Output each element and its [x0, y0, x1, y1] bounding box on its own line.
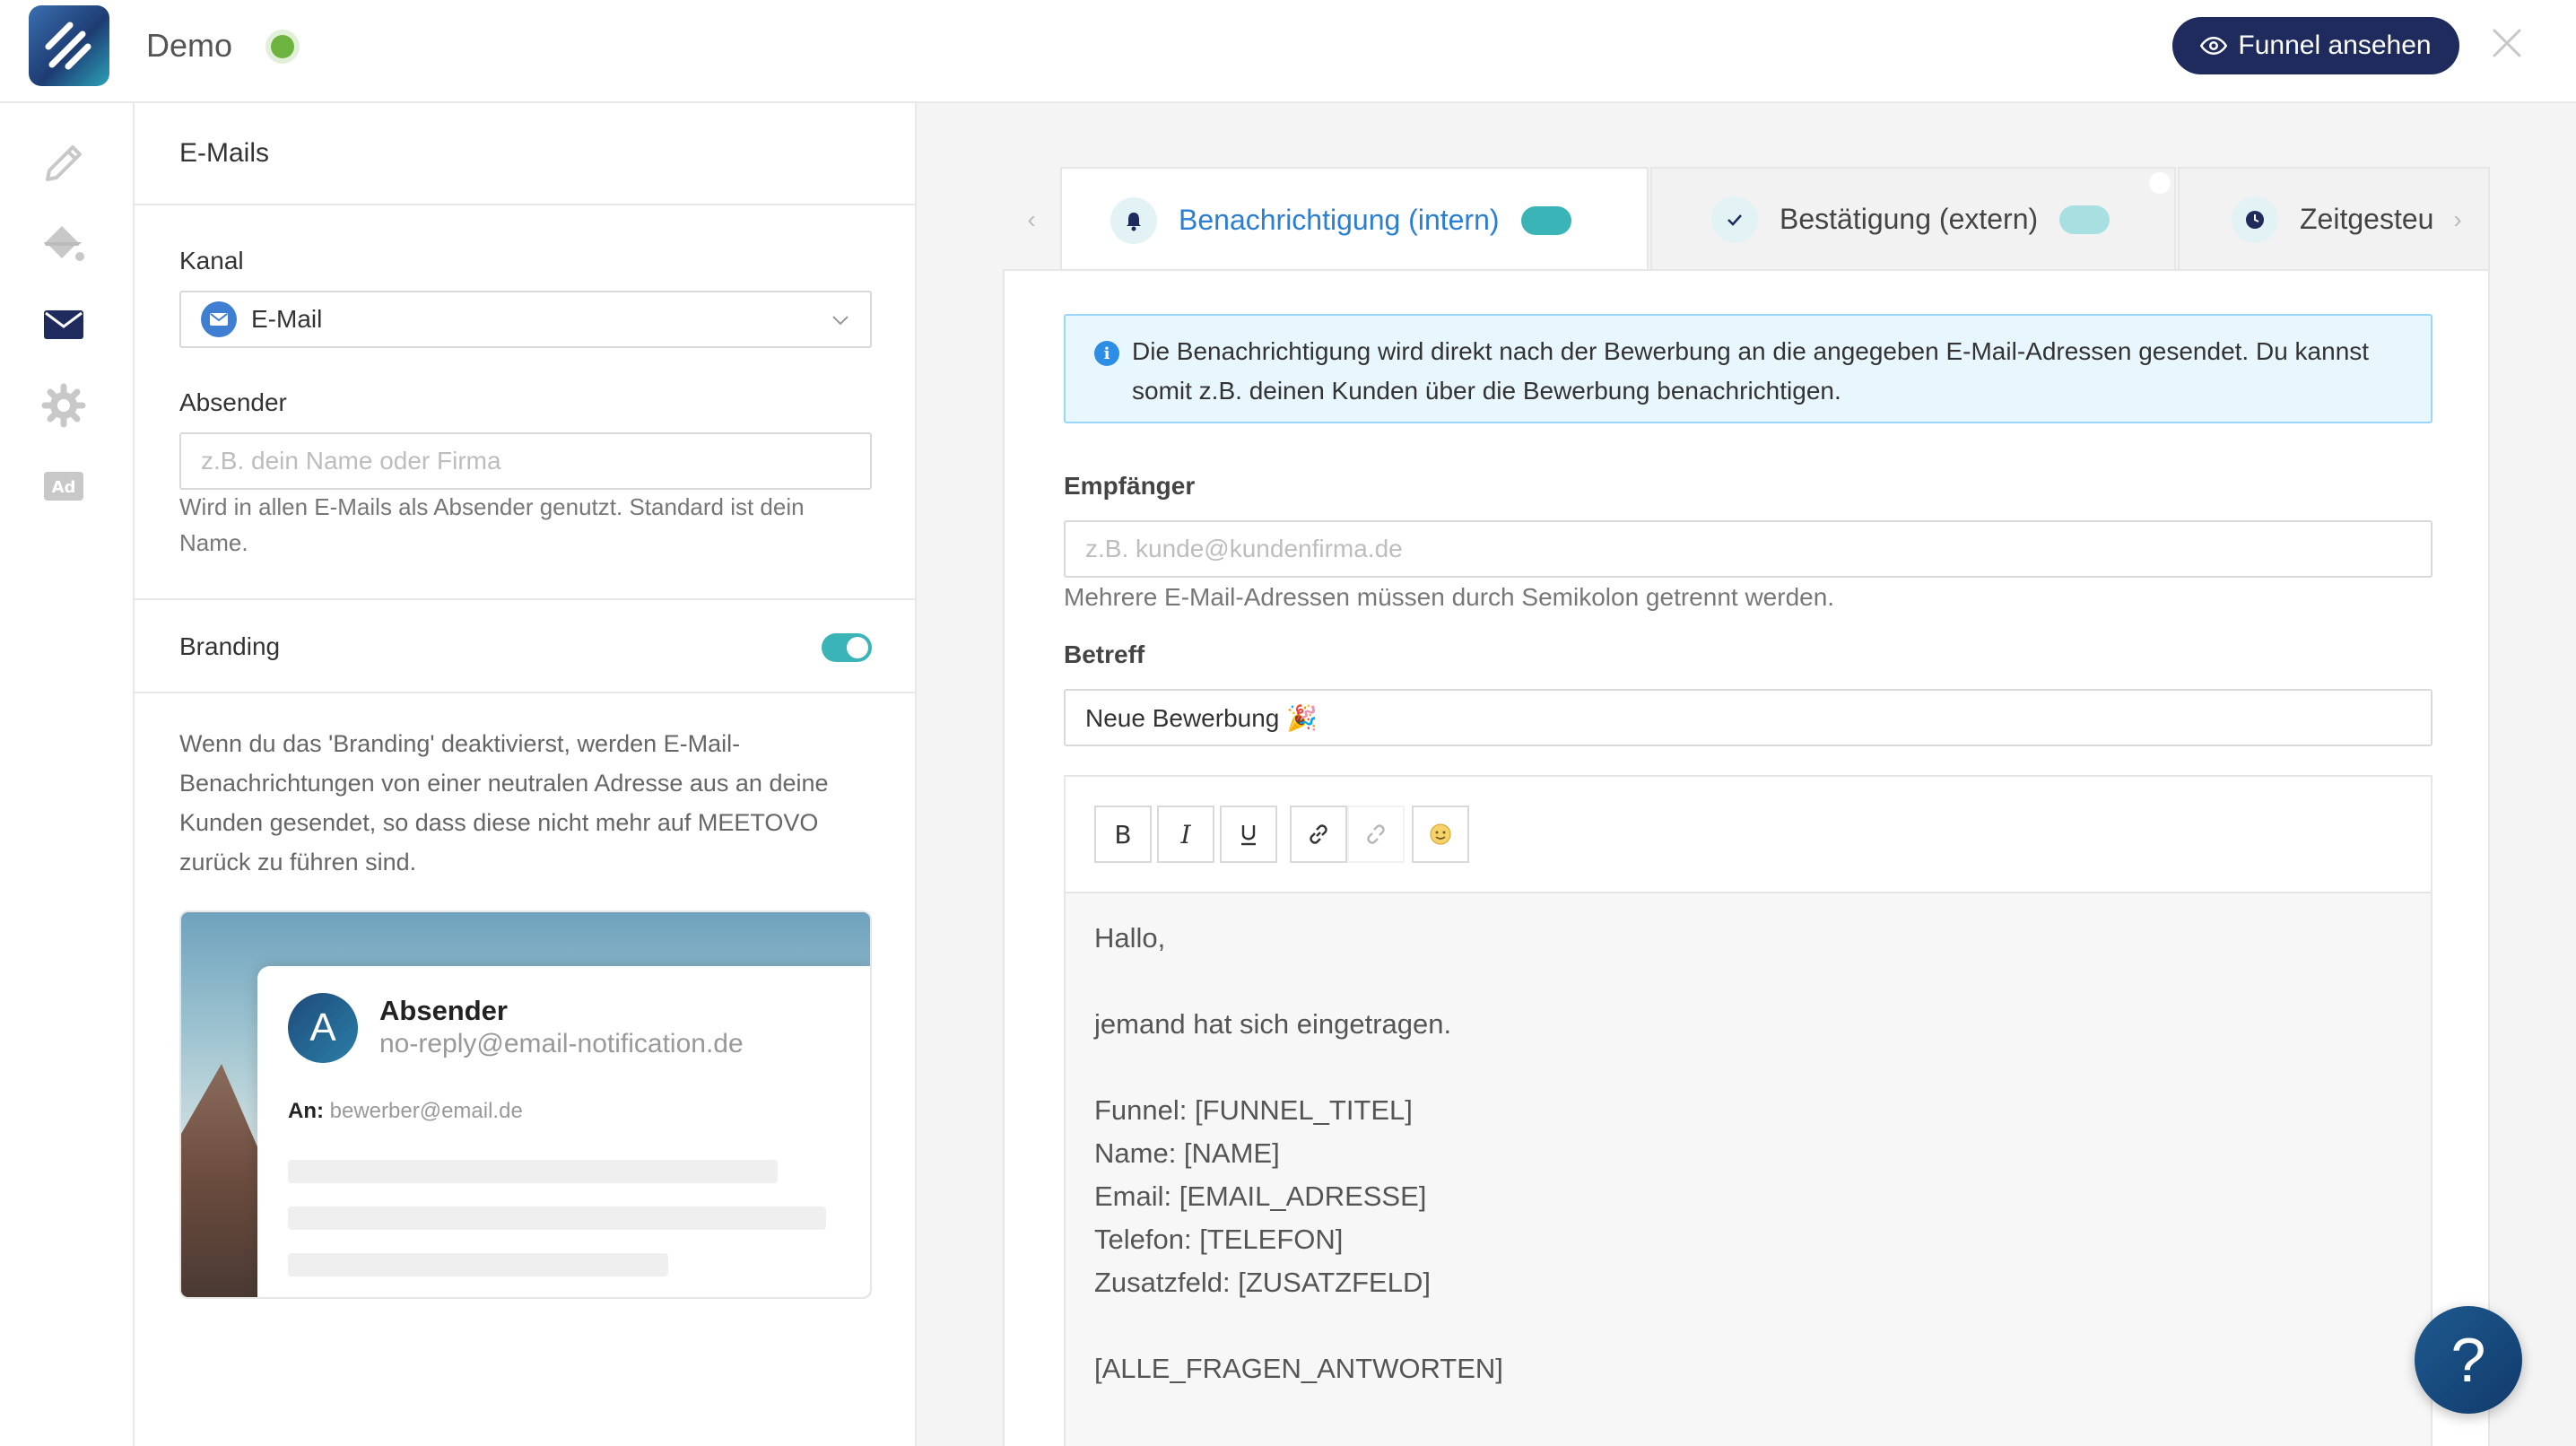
body-line: Email: [EMAIL_ADRESSE]: [1094, 1180, 1427, 1212]
placeholder-line: [288, 1253, 668, 1276]
bold-icon: B: [1114, 820, 1131, 849]
absender-label: Absender: [179, 388, 287, 416]
view-funnel-button[interactable]: Funnel ansehen: [2172, 17, 2459, 74]
body-line: [1094, 1304, 2402, 1347]
pencil-icon[interactable]: [39, 139, 88, 187]
ad-icon[interactable]: Ad: [39, 462, 88, 510]
view-funnel-label: Funnel ansehen: [2238, 30, 2432, 60]
svg-text:Ad: Ad: [52, 478, 76, 497]
body-line: [ALLE_FRAGEN_ANTWORTEN]: [1094, 1353, 1503, 1384]
body-line: Hallo,: [1094, 922, 1166, 954]
body-line: jemand hat sich eingetragen.: [1094, 1008, 1452, 1040]
divider: [135, 598, 917, 600]
unlink-button[interactable]: [1347, 806, 1405, 863]
body-line: Funnel: [FUNNEL_TITEL]: [1094, 1094, 1413, 1126]
tab-notification-internal[interactable]: Benachrichtigung (intern): [1060, 167, 1649, 272]
info-icon: i: [1094, 341, 1119, 366]
email-body[interactable]: Hallo, jemand hat sich eingetragen. Funn…: [1066, 893, 2431, 1446]
confirmation-external-toggle[interactable]: [2059, 205, 2110, 234]
tabs-scroll-right[interactable]: ›: [2447, 205, 2468, 233]
landscape-image: [181, 1064, 262, 1297]
svg-text:B: B: [1114, 820, 1131, 849]
help-button[interactable]: ?: [2415, 1306, 2522, 1414]
underline-icon: [1241, 825, 1256, 846]
avatar: A: [288, 993, 358, 1063]
icon-sidebar: Ad: [0, 103, 135, 1446]
subject-label: Betreff: [1064, 640, 1145, 668]
mail-channel-icon: [201, 301, 237, 337]
top-bar: Demo Funnel ansehen: [0, 0, 2576, 103]
body-line: [1094, 1046, 2402, 1089]
tab-label: Bestätigung (extern): [1780, 203, 2039, 235]
gear-icon[interactable]: [39, 381, 88, 430]
absender-input[interactable]: [179, 432, 872, 490]
paint-bucket-icon[interactable]: [39, 220, 88, 268]
preview-to-value: bewerber@email.de: [329, 1099, 523, 1123]
divider: [135, 692, 917, 693]
bold-button[interactable]: B: [1094, 806, 1152, 863]
email-type-tabs: Benachrichtigung (intern) Bestätigung (e…: [1003, 167, 2490, 272]
link-icon: [1310, 824, 1327, 844]
branding-toggle[interactable]: [822, 633, 872, 662]
branding-label: Branding: [179, 632, 281, 660]
italic-button[interactable]: I: [1157, 806, 1214, 863]
underline-button[interactable]: [1220, 806, 1277, 863]
branding-description: Wenn du das 'Branding' deaktivierst, wer…: [179, 730, 829, 875]
notification-editor: i Die Benachrichtigung wird direkt nach …: [1003, 269, 2490, 1446]
rich-text-editor: B I Hallo, jemand hat sich eingetragen.: [1064, 775, 2432, 1446]
emoji-button[interactable]: [1412, 806, 1469, 863]
placeholder-line: [288, 1160, 778, 1183]
unlink-icon: [1367, 824, 1385, 844]
app-title: Demo: [146, 27, 233, 64]
kanal-select[interactable]: E-Mail: [179, 291, 872, 348]
recipient-input[interactable]: [1064, 520, 2432, 578]
check-icon: [1711, 196, 1758, 243]
subject-value: Neue Bewerbung 🎉: [1085, 703, 1318, 732]
panel-title: E-Mails: [135, 103, 915, 205]
body-line: [1094, 960, 2402, 1003]
tab-label: Zeitgesteu: [2300, 203, 2434, 235]
recipient-label: Empfänger: [1064, 472, 1196, 500]
app-logo[interactable]: [29, 5, 109, 86]
preview-to-label: An:: [288, 1099, 324, 1123]
branding-preview: A Absender no-reply@email-notification.d…: [179, 910, 872, 1299]
subject-input[interactable]: Neue Bewerbung 🎉: [1064, 689, 2432, 746]
preview-sender-name: Absender: [379, 995, 508, 1026]
tab-scheduled[interactable]: Zeitgesteu: [2178, 167, 2490, 270]
svg-text:I: I: [1179, 820, 1191, 849]
close-icon[interactable]: [2489, 25, 2525, 61]
info-text: Die Benachrichtigung wird direkt nach de…: [1132, 337, 2370, 405]
envelope-icon[interactable]: [39, 301, 88, 349]
preview-email-card: A Absender no-reply@email-notification.d…: [257, 966, 870, 1297]
body-line: Name: [NAME]: [1094, 1137, 1280, 1169]
kanal-label: Kanal: [179, 247, 244, 274]
status-indicator: [271, 35, 294, 58]
preview-recipient: An: bewerber@email.de: [288, 1099, 523, 1124]
placeholder-line: [288, 1206, 826, 1230]
kanal-value: E-Mail: [251, 305, 323, 333]
clock-icon: [2232, 196, 2278, 243]
chevron-down-icon: [832, 316, 849, 326]
bell-icon: [1110, 196, 1157, 244]
link-button[interactable]: [1290, 806, 1347, 863]
body-line: Telefon: [TELEFON]: [1094, 1224, 1344, 1255]
recipient-help: Mehrere E-Mail-Adressen müssen durch Sem…: [1064, 583, 1835, 611]
body-line: Zusatzfeld: [ZUSATZFELD]: [1094, 1267, 1431, 1298]
info-banner: i Die Benachrichtigung wird direkt nach …: [1064, 314, 2432, 423]
tab-confirmation-external[interactable]: Bestätigung (extern): [1650, 167, 2176, 270]
italic-icon: I: [1179, 820, 1191, 849]
absender-help: Wird in allen E-Mails als Absender genut…: [179, 493, 805, 556]
preview-sender-email: no-reply@email-notification.de: [379, 1029, 744, 1058]
tab-label: Benachrichtigung (intern): [1179, 204, 1500, 236]
editor-toolbar: B I: [1066, 777, 2431, 893]
eye-icon: [2200, 36, 2228, 56]
emoji-icon: [1430, 823, 1451, 845]
notification-internal-toggle[interactable]: [1520, 205, 1571, 235]
email-settings-panel: E-Mails Kanal E-Mail Absender Wird in al…: [135, 103, 917, 1446]
